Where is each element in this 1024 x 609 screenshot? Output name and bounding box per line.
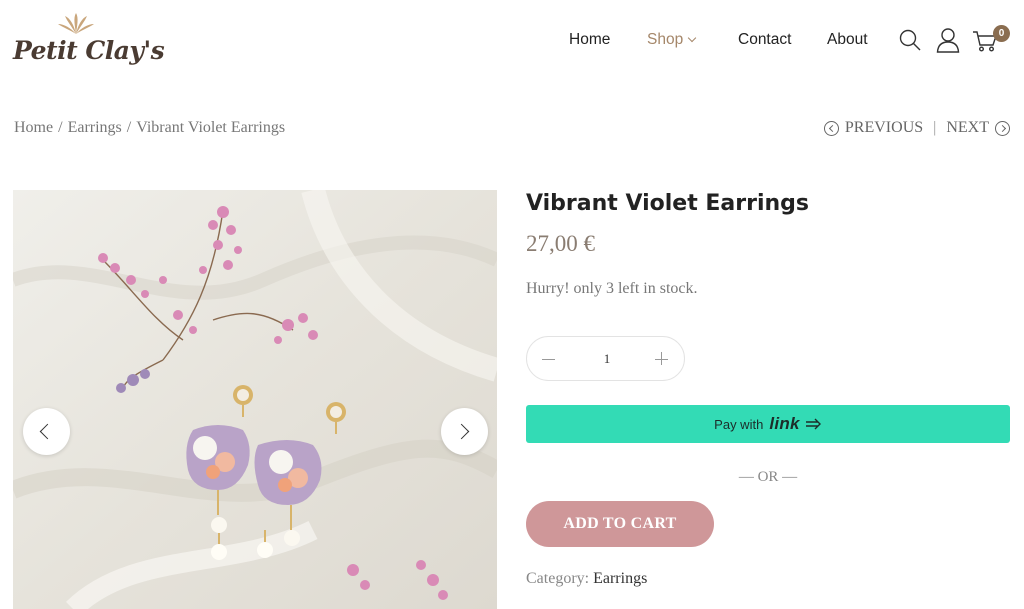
breadcrumb-earrings[interactable]: Earrings: [68, 119, 122, 136]
pay-with-label: Pay with: [714, 416, 764, 432]
chevron-down-icon: [687, 33, 697, 43]
chevron-right-circle-icon: [995, 120, 1010, 136]
plus-icon[interactable]: [652, 349, 672, 369]
fan-logo-icon: [58, 13, 94, 34]
quantity-input[interactable]: [577, 348, 637, 370]
pay-with-link-button[interactable]: Pay with link: [526, 405, 1010, 443]
link-brand-logo: link: [769, 414, 800, 433]
chevron-left-circle-icon: [823, 120, 839, 136]
product-gallery[interactable]: [13, 190, 497, 609]
logo-text: Petit Clay's: [13, 36, 165, 65]
search-icon[interactable]: [898, 28, 922, 52]
previous-product-link[interactable]: PREVIOUS: [823, 119, 924, 137]
nav-shop[interactable]: Shop: [647, 31, 697, 49]
breadcrumb-current: Vibrant Violet Earrings: [136, 119, 286, 136]
gallery-next-button[interactable]: [441, 408, 488, 455]
product-category: Category: Earrings: [526, 570, 647, 588]
category-link[interactable]: Earrings: [593, 570, 647, 587]
user-icon[interactable]: [936, 27, 960, 53]
next-label: NEXT: [946, 119, 989, 136]
stock-notice: Hurry! only 3 left in stock.: [526, 280, 698, 297]
pagination-divider: |: [933, 119, 937, 136]
previous-label: PREVIOUS: [844, 119, 924, 136]
category-label: Category:: [526, 570, 590, 587]
cart-count-badge: 0: [993, 25, 1010, 42]
breadcrumb-separator: /: [58, 119, 63, 136]
nav-home[interactable]: Home: [569, 31, 610, 49]
arrow-right-icon: [805, 418, 821, 430]
product-title: Vibrant Violet Earrings: [526, 191, 810, 216]
quantity-stepper: [526, 336, 685, 381]
site-logo[interactable]: Petit Clay's: [13, 12, 165, 72]
breadcrumb-home[interactable]: Home: [14, 119, 53, 136]
nav-shop-label: Shop: [647, 31, 684, 48]
next-product-link[interactable]: NEXT: [946, 119, 1010, 137]
or-separator: — OR —: [738, 469, 798, 485]
minus-icon[interactable]: [539, 349, 559, 369]
product-pagination: PREVIOUS | NEXT: [823, 119, 1010, 137]
product-photo: [13, 190, 497, 609]
gallery-prev-button[interactable]: [23, 408, 70, 455]
nav-contact[interactable]: Contact: [738, 31, 791, 49]
add-to-cart-button[interactable]: ADD TO CART: [526, 501, 714, 547]
product-price: 27,00 €: [526, 231, 595, 256]
nav-about[interactable]: About: [827, 31, 868, 49]
breadcrumb-separator: /: [126, 119, 132, 136]
breadcrumb: Home / Earrings / Vibrant Violet Earrings: [14, 119, 285, 137]
